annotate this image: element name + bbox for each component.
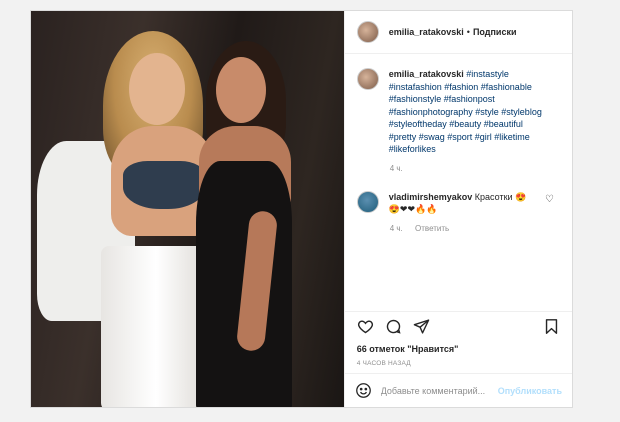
photo-shape <box>101 246 211 407</box>
smiley-icon[interactable] <box>355 382 373 400</box>
caption: emilia_ratakovski #instastyle #instafash… <box>356 68 560 156</box>
reply-button[interactable]: Ответить <box>415 224 449 233</box>
post-timestamp[interactable]: 4 ЧАСОВ НАЗАД <box>345 357 572 373</box>
photo-shape <box>123 161 205 209</box>
commenter-username[interactable]: vladimirshemyakov <box>389 192 473 202</box>
author-username[interactable]: emilia_ratakovski <box>389 27 464 37</box>
comment-meta: 4 ч. Ответить <box>390 224 560 233</box>
photo-shape <box>129 53 185 125</box>
caption-meta: 4 ч. <box>390 164 560 173</box>
caption-time[interactable]: 4 ч. <box>390 164 403 173</box>
comment-time: 4 ч. <box>389 223 403 233</box>
comment-icon[interactable] <box>383 316 405 338</box>
separator-dot: • <box>466 27 470 37</box>
comment-emoji-line: 😍❤❤🔥🔥 <box>388 204 438 214</box>
bookmark-icon[interactable] <box>540 316 562 338</box>
comment-body: vladimirshemyakov Красотки 😍 😍❤❤🔥🔥 <box>389 191 539 216</box>
caption-body: emilia_ratakovski #instastyle #instafash… <box>389 68 549 156</box>
likes-count[interactable]: 66 отметок "Нравится" <box>345 341 572 357</box>
publish-button[interactable]: Опубликовать <box>498 386 562 396</box>
action-bar <box>344 311 572 341</box>
heart-icon[interactable] <box>355 316 377 338</box>
comment-input[interactable] <box>380 385 498 396</box>
add-comment-bar: Опубликовать <box>344 373 572 407</box>
comment-like-heart-icon[interactable]: ♡ <box>545 194 554 205</box>
comment-item: vladimirshemyakov Красотки 😍 😍❤❤🔥🔥 ♡ <box>356 190 560 216</box>
author-avatar[interactable] <box>356 21 379 43</box>
heart-eyes-emoji: 😍 <box>515 191 527 202</box>
comments-section: emilia_ratakovski #instastyle #instafash… <box>345 54 572 311</box>
post-header: emilia_ratakovski • Подписки <box>344 11 572 54</box>
caption-hashtags[interactable]: #instastyle #instafashion #fashion #fash… <box>389 69 542 154</box>
post-photo[interactable] <box>31 11 344 407</box>
follow-button[interactable]: Подписки <box>473 27 517 37</box>
instagram-post: emilia_ratakovski • Подписки emilia_rata… <box>30 10 573 408</box>
share-icon[interactable] <box>411 316 433 338</box>
comment-text: Красотки <box>474 191 513 202</box>
post-sidebar: emilia_ratakovski • Подписки emilia_rata… <box>343 11 572 407</box>
photo-shape <box>216 57 266 123</box>
commenter-avatar[interactable] <box>356 190 379 213</box>
caption-username[interactable]: emilia_ratakovski <box>389 69 464 79</box>
caption-avatar[interactable] <box>356 68 379 90</box>
